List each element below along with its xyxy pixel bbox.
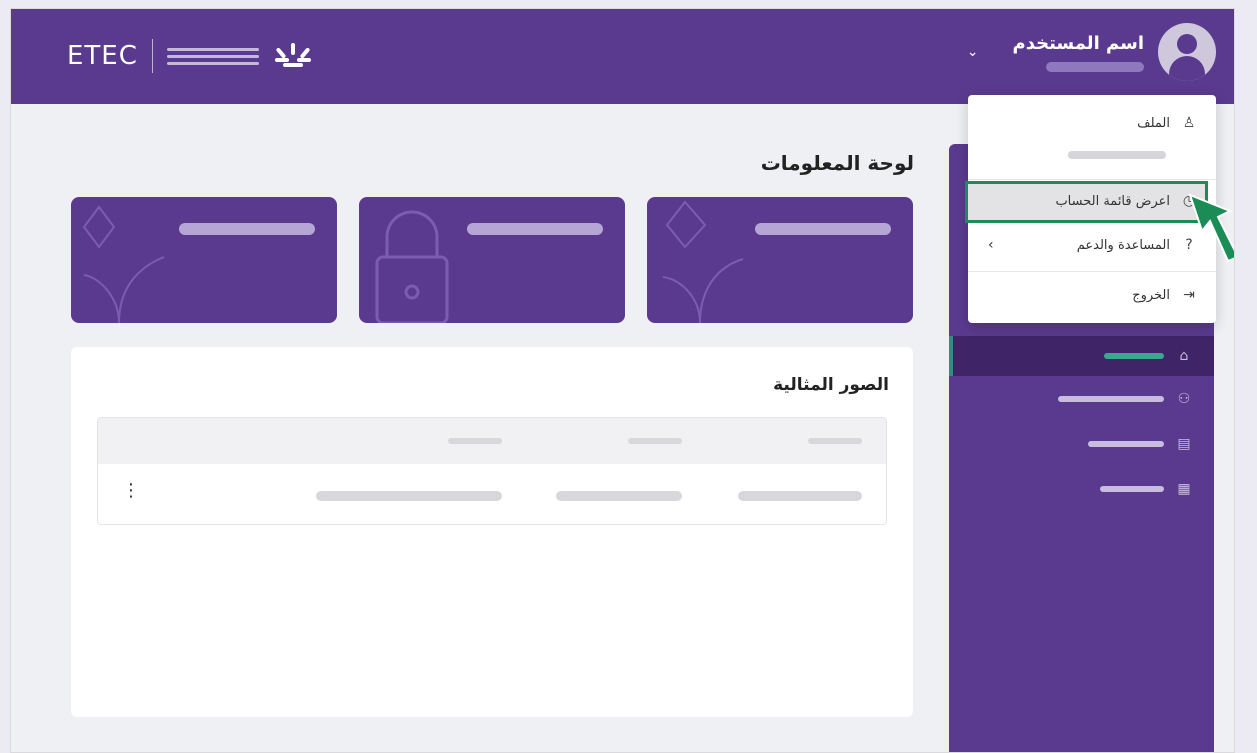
column-header	[628, 438, 682, 444]
lock-icon	[375, 210, 449, 323]
app-window: ETEC ⌄ اسم المستخدم ⌂ ⚇ ▤ ▦ لوحة المعلوم…	[10, 8, 1235, 753]
data-table: ⋮	[97, 417, 887, 525]
more-options-icon[interactable]: ⋮	[122, 482, 140, 500]
user-info: اسم المستخدم	[1013, 33, 1144, 72]
brand-divider	[151, 39, 153, 73]
sidebar-item-documents[interactable]: ▤	[949, 424, 1214, 464]
menu-divider	[968, 271, 1216, 272]
user-menu-trigger[interactable]: ⌄ اسم المستخدم	[967, 23, 1216, 81]
content-panel: الصور المثالية ⋮	[71, 347, 913, 717]
brand-tagline-placeholder	[166, 43, 259, 69]
user-icon: ♙	[1182, 115, 1196, 131]
avatar[interactable]	[1158, 23, 1216, 81]
sidebar-item-label	[1104, 353, 1164, 359]
menu-item-label: الملف	[1137, 115, 1170, 131]
sidebar-item-label	[1058, 396, 1164, 402]
menu-item-account[interactable]: اعرض قائمة الحساب ◷	[968, 193, 1216, 209]
user-name: اسم المستخدم	[1012, 32, 1144, 54]
stat-card[interactable]	[359, 197, 625, 323]
menu-item-profile[interactable]: الملف ♙	[968, 115, 1216, 131]
column-header	[448, 438, 502, 444]
sidebar-item-users[interactable]: ⚇	[949, 379, 1214, 419]
table-header	[98, 418, 886, 464]
top-bar: ETEC ⌄ اسم المستخدم	[11, 9, 1234, 104]
table-cell	[316, 491, 502, 501]
card-title-placeholder	[755, 223, 891, 235]
card-title-placeholder	[179, 223, 315, 235]
document-icon: ▤	[1177, 436, 1191, 452]
sidebar-item-label	[1100, 486, 1164, 492]
menu-item-label: المساعدة والدعم	[1076, 237, 1170, 253]
table-cell	[556, 491, 682, 501]
brand[interactable]: ETEC	[67, 39, 313, 73]
user-dropdown-menu: الملف ♙ اعرض قائمة الحساب ◷ ‹ المساعدة و…	[965, 95, 1216, 323]
page-title: لوحة المعلومات	[760, 151, 914, 175]
column-header	[808, 438, 862, 444]
panel-title: الصور المثالية	[773, 375, 889, 395]
chevron-left-icon: ‹	[988, 237, 994, 253]
sidebar-item-calendar[interactable]: ▦	[949, 469, 1214, 509]
user-role-placeholder	[1046, 61, 1144, 72]
home-icon: ⌂	[1179, 348, 1189, 364]
chevron-down-icon[interactable]: ⌄	[967, 44, 979, 60]
users-icon: ⚇	[1177, 391, 1191, 407]
logo-icon	[274, 43, 311, 67]
menu-item-logout[interactable]: الخروج ⇥	[968, 287, 1216, 303]
sidebar-item-home[interactable]: ⌂	[949, 336, 1214, 376]
profile-email-placeholder	[1068, 151, 1166, 159]
plant-icon	[82, 205, 165, 323]
menu-item-help[interactable]: ‹ المساعدة والدعم ?	[968, 237, 1216, 253]
sidebar-item-label	[1088, 441, 1164, 447]
table-row[interactable]: ⋮	[98, 464, 886, 524]
pointer-arrow-icon	[1188, 193, 1234, 263]
brand-name: ETEC	[67, 41, 138, 71]
calendar-icon: ▦	[1177, 481, 1191, 497]
table-cell	[738, 491, 862, 501]
stat-card[interactable]	[71, 197, 337, 323]
menu-item-label: الخروج	[1132, 287, 1170, 303]
menu-item-label: اعرض قائمة الحساب	[1055, 193, 1170, 209]
logout-icon: ⇥	[1183, 287, 1195, 303]
plant-icon	[662, 200, 744, 323]
menu-divider	[968, 179, 1216, 180]
card-title-placeholder	[467, 223, 603, 235]
stat-card[interactable]	[647, 197, 913, 323]
